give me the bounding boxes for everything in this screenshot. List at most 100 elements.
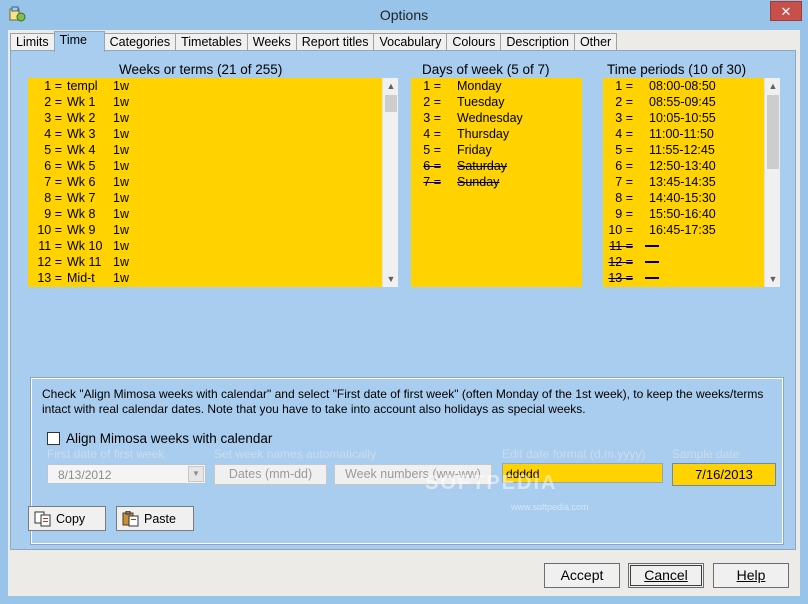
cancel-button[interactable]: Cancel	[628, 563, 704, 588]
weeks-list[interactable]: 1 = templ 1w 2 = Wk 1 1w 3 = Wk 2 1w 4 = Wk 3 1w 5 =…	[28, 78, 398, 287]
days-list-item[interactable]: 3 = Wednesday	[411, 110, 582, 126]
periods-list-item[interactable]: 5 = 11:55-12:45	[603, 142, 764, 158]
item-number: 9 =	[615, 207, 633, 221]
weeks-list-item[interactable]: 12 = Wk 11 1w	[28, 254, 382, 270]
tab-categories[interactable]: Categories	[103, 33, 177, 51]
item-name: 08:55-09:45	[649, 95, 716, 109]
paste-icon	[122, 510, 139, 526]
tab-report-titles[interactable]: Report titles	[295, 33, 375, 51]
weeks-list-item[interactable]: 11 = Wk 10 1w	[28, 238, 382, 254]
item-length: 1w	[113, 207, 129, 221]
item-number: 4 =	[615, 127, 633, 141]
scroll-down-icon[interactable]: ▼	[765, 271, 780, 287]
align-calendar-checkbox[interactable]	[47, 432, 60, 445]
days-list-item[interactable]: 7 = Sunday	[411, 174, 582, 190]
item-name: Sunday	[457, 175, 500, 189]
periods-list-item[interactable]: 3 = 10:05-10:55	[603, 110, 764, 126]
weeks-list-item[interactable]: 8 = Wk 7 1w	[28, 190, 382, 206]
item-name: Thursday	[457, 127, 510, 141]
days-list-item[interactable]: 1 = Monday	[411, 78, 582, 94]
item-name: 08:00-08:50	[649, 79, 716, 93]
item-number: 10 =	[608, 223, 633, 237]
periods-list-item[interactable]: 6 = 12:50-13:40	[603, 158, 764, 174]
periods-list-item[interactable]: 2 = 08:55-09:45	[603, 94, 764, 110]
tab-time[interactable]: Time	[53, 31, 105, 52]
weeks-list-item[interactable]: 5 = Wk 4 1w	[28, 142, 382, 158]
days-list[interactable]: 1 = Monday 2 = Tuesday 3 = Wednesday 4 = Thursd…	[411, 78, 582, 287]
weeks-list-item[interactable]: 2 = Wk 1 1w	[28, 94, 382, 110]
days-list-item[interactable]: 4 = Thursday	[411, 126, 582, 142]
tab-other[interactable]: Other	[573, 33, 618, 51]
item-number: 13 =	[37, 271, 62, 285]
scroll-down-icon[interactable]: ▼	[383, 271, 398, 287]
days-list-item[interactable]: 2 = Tuesday	[411, 94, 582, 110]
weeks-list-item[interactable]: 1 = templ 1w	[28, 78, 382, 94]
sample-label: Sample date	[672, 447, 740, 461]
item-number: 7 =	[44, 175, 62, 189]
weeks-list-item[interactable]: 10 = Wk 9 1w	[28, 222, 382, 238]
item-number: 8 =	[44, 191, 62, 205]
days-header: Days of week (5 of 7)	[422, 62, 550, 77]
dates-button[interactable]: Dates (mm-dd)	[214, 464, 327, 485]
periods-list-item[interactable]: 7 = 13:45-14:35	[603, 174, 764, 190]
sample-date-field: 7/16/2013	[672, 463, 776, 486]
item-number: 13 =	[608, 271, 633, 285]
help-button[interactable]: Help	[713, 563, 789, 588]
periods-list-item[interactable]: 13 =	[603, 270, 764, 286]
days-list-item[interactable]: 6 = Saturday	[411, 158, 582, 174]
item-number: 12 =	[608, 255, 633, 269]
first-date-combo[interactable]: 8/13/2012 ▼	[47, 464, 206, 484]
scrollbar-thumb[interactable]	[767, 95, 779, 169]
copy-button[interactable]: Copy	[28, 506, 106, 531]
scroll-up-icon[interactable]: ▲	[383, 78, 398, 94]
tab-colours[interactable]: Colours	[446, 33, 502, 51]
tab-timetables[interactable]: Timetables	[175, 33, 248, 51]
weeks-list-item[interactable]: 13 = Mid-t 1w	[28, 270, 382, 286]
weeks-list-item[interactable]: 3 = Wk 2 1w	[28, 110, 382, 126]
item-number: 6 =	[44, 159, 62, 173]
item-number: 3 =	[44, 111, 62, 125]
periods-list-item[interactable]: 9 = 15:50-16:40	[603, 206, 764, 222]
weeks-list-item[interactable]: 9 = Wk 8 1w	[28, 206, 382, 222]
periods-scrollbar[interactable]: ▲ ▼	[764, 78, 780, 287]
item-number: 4 =	[423, 127, 441, 141]
paste-button[interactable]: Paste	[116, 506, 194, 531]
item-name: Tuesday	[457, 95, 505, 109]
item-length: 1w	[113, 127, 129, 141]
weeks-list-item[interactable]: 4 = Wk 3 1w	[28, 126, 382, 142]
periods-list-item[interactable]: 4 = 11:00-11:50	[603, 126, 764, 142]
periods-list-item[interactable]: 11 =	[603, 238, 764, 254]
paste-label: Paste	[144, 511, 176, 526]
accept-button[interactable]: Accept	[544, 563, 620, 588]
days-list-item[interactable]: 5 = Friday	[411, 142, 582, 158]
tab-vocabulary[interactable]: Vocabulary	[373, 33, 448, 51]
item-length: 1w	[113, 143, 129, 157]
item-name: Wk 8	[67, 207, 96, 221]
tab-weeks[interactable]: Weeks	[246, 33, 297, 51]
tab-limits[interactable]: Limits	[10, 33, 55, 51]
item-number: 9 =	[44, 207, 62, 221]
item-number: 1 =	[423, 79, 441, 93]
item-name: 13:45-14:35	[649, 175, 716, 189]
item-name: 16:45-17:35	[649, 223, 716, 237]
align-calendar-label[interactable]: Align Mimosa weeks with calendar	[66, 431, 272, 446]
calendar-info-text: Check "Align Mimosa weeks with calendar"…	[42, 387, 764, 416]
periods-list-item[interactable]: 1 = 08:00-08:50	[603, 78, 764, 94]
weeks-scrollbar[interactable]: ▲ ▼	[382, 78, 398, 287]
close-icon[interactable]: ✕	[770, 1, 802, 21]
item-number: 12 =	[37, 255, 62, 269]
periods-list-item[interactable]: 8 = 14:40-15:30	[603, 190, 764, 206]
item-number: 11 =	[609, 239, 633, 253]
dropdown-icon[interactable]: ▼	[188, 466, 204, 482]
scrollbar-thumb[interactable]	[385, 95, 397, 112]
weeks-list-item[interactable]: 7 = Wk 6 1w	[28, 174, 382, 190]
weeks-list-item[interactable]: 6 = Wk 5 1w	[28, 158, 382, 174]
periods-list[interactable]: 1 = 08:00-08:50 2 = 08:55-09:45 3 = 10:05-10:…	[603, 78, 780, 287]
item-name: Wk 10	[67, 239, 103, 253]
scroll-up-icon[interactable]: ▲	[765, 78, 780, 94]
periods-list-item[interactable]: 12 =	[603, 254, 764, 270]
periods-list-item[interactable]: 10 = 16:45-17:35	[603, 222, 764, 238]
item-name: Monday	[457, 79, 502, 93]
tab-description[interactable]: Description	[500, 33, 575, 51]
align-calendar-checkbox-row[interactable]: Align Mimosa weeks with calendar	[47, 431, 272, 446]
